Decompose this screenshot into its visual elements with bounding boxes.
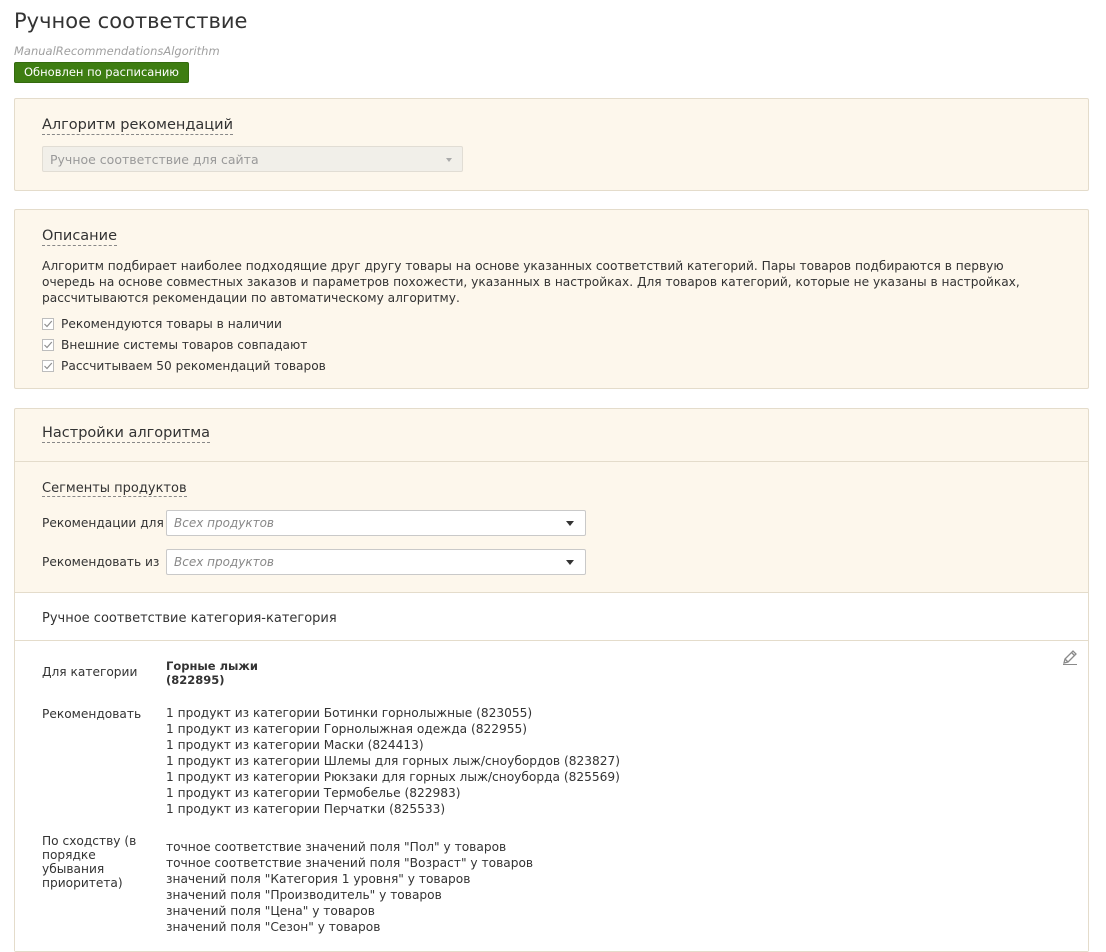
edit-pencil-icon[interactable] <box>1061 648 1079 666</box>
check-icon <box>44 362 53 369</box>
algorithm-class-name: ManualRecommendationsAlgorithm <box>14 44 220 58</box>
page-title: Ручное соответствие <box>14 9 248 33</box>
algorithm-select-value: Ручное соответствие для сайта <box>50 152 259 167</box>
recommend-for-value: Всех продуктов <box>174 516 274 530</box>
algorithm-panel: Алгоритм рекомендаций Ручное соответстви… <box>14 98 1089 191</box>
for-category-label: Для категории <box>42 665 138 679</box>
status-badge: Обновлен по расписанию <box>14 62 189 83</box>
recommend-item: 1 продукт из категории Термобелье (82298… <box>166 786 461 800</box>
recommend-item: 1 продукт из категории Перчатки (825533) <box>166 802 446 816</box>
product-segments: Сегменты продуктов Рекомендации для Всех… <box>15 462 1088 593</box>
similarity-item: значений поля "Сезон" у товаров <box>166 920 381 934</box>
checkbox[interactable] <box>42 338 54 351</box>
recommend-item: 1 продукт из категории Маски (824413) <box>166 738 424 752</box>
segments-title[interactable]: Сегменты продуктов <box>42 481 187 497</box>
similarity-row: По сходству (в порядке убывания приорите… <box>42 834 1061 935</box>
similarity-label: По сходству (в порядке убывания приорите… <box>42 834 137 890</box>
recommend-for-select[interactable]: Всех продуктов <box>166 510 586 536</box>
recommend-item: 1 продукт из категории Шлемы для горных … <box>166 754 621 768</box>
recommend-item: 1 продукт из категории Ботинки горнолыжн… <box>166 706 533 720</box>
recommend-from-label: Рекомендовать из <box>42 555 160 569</box>
check-icon <box>44 341 53 348</box>
description-panel-title[interactable]: Описание <box>42 228 117 246</box>
checkbox[interactable] <box>42 359 54 372</box>
similarity-item: точное соответствие значений поля "Возра… <box>166 856 534 870</box>
chevron-down-icon <box>446 158 452 162</box>
recommend-row: Рекомендовать 1 продукт из категории Бот… <box>42 705 1061 817</box>
category-id: (822895) <box>166 673 225 687</box>
manual-match-rule: Для категории Горные лыжи (822895) Реком… <box>15 641 1088 951</box>
settings-panel-title[interactable]: Настройки алгоритма <box>42 425 211 443</box>
similarity-item: значений поля "Цена" у товаров <box>166 904 375 918</box>
check-icon <box>44 320 53 327</box>
recommend-item: 1 продукт из категории Рюкзаки для горны… <box>166 770 620 784</box>
for-category-row: Для категории Горные лыжи (822895) <box>42 659 1061 687</box>
page: Ручное соответствие ManualRecommendation… <box>0 0 1106 952</box>
algorithm-select: Ручное соответствие для сайта <box>42 146 463 172</box>
recommend-from-value: Всех продуктов <box>174 555 274 569</box>
settings-panel: Настройки алгоритма Сегменты продуктов Р… <box>14 408 1089 952</box>
recommend-for-label: Рекомендации для <box>42 516 164 530</box>
recommend-from-select[interactable]: Всех продуктов <box>166 549 586 575</box>
chevron-down-icon <box>566 560 574 565</box>
check-row: Рассчитываем 50 рекомендаций товаров <box>42 357 1061 374</box>
checkbox-label: Внешние системы товаров совпадают <box>61 337 308 352</box>
recommend-label: Рекомендовать <box>42 707 142 721</box>
similarity-item: значений поля "Категория 1 уровня" у тов… <box>166 872 471 886</box>
manual-match-title: Ручное соответствие категория-категория <box>15 593 1088 641</box>
similarity-item: точное соответствие значений поля "Пол" … <box>166 840 507 854</box>
recommend-item: 1 продукт из категории Горнолыжная одежд… <box>166 722 528 736</box>
similarity-item: значений поля "Производитель" у товаров <box>166 888 442 902</box>
check-row: Рекомендуются товары в наличии <box>42 315 1061 332</box>
description-text: Алгоритм подбирает наиболее подходящие д… <box>42 259 1020 305</box>
checkbox[interactable] <box>42 317 54 330</box>
category-name: Горные лыжи <box>166 659 258 673</box>
check-row: Внешние системы товаров совпадают <box>42 336 1061 353</box>
algorithm-panel-title[interactable]: Алгоритм рекомендаций <box>42 117 234 135</box>
chevron-down-icon <box>566 521 574 526</box>
description-panel: Описание Алгоритм подбирает наиболее под… <box>14 209 1089 389</box>
checkbox-label: Рассчитываем 50 рекомендаций товаров <box>61 358 326 373</box>
checkbox-label: Рекомендуются товары в наличии <box>61 316 282 331</box>
